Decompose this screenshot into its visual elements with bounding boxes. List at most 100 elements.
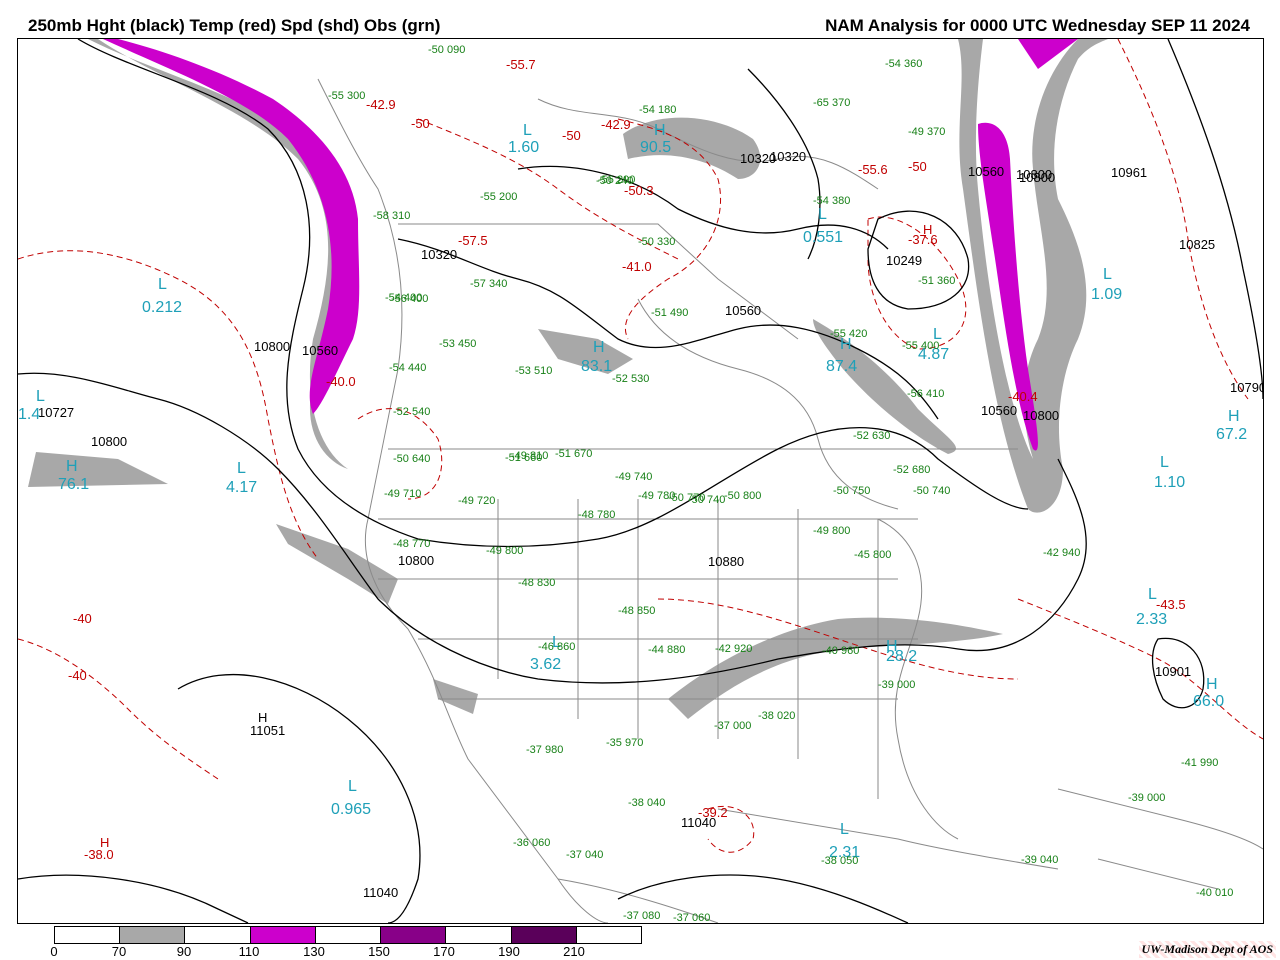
obs-station: -50 750 bbox=[833, 485, 870, 497]
obs-station: -48 830 bbox=[518, 577, 555, 589]
chart-title: 250mb Hght (black) Temp (red) Spd (shd) … bbox=[28, 16, 441, 35]
scale-cell bbox=[381, 927, 447, 943]
height-label: 10560 bbox=[968, 164, 1004, 179]
height-label: 10961 bbox=[1111, 165, 1147, 180]
temp-label: -43.5 bbox=[1156, 597, 1186, 612]
low-marker: L bbox=[36, 388, 45, 405]
obs-station: -42 940 bbox=[1043, 547, 1080, 559]
obs-station: -49 800 bbox=[486, 545, 523, 557]
temp-label: -42.9 bbox=[366, 97, 396, 112]
obs-station: -51 360 bbox=[918, 275, 955, 287]
center-value: 3.62 bbox=[530, 656, 561, 673]
obs-station: -57 340 bbox=[470, 278, 507, 290]
height-label: 10800 bbox=[398, 553, 434, 568]
obs-station: -55 400 bbox=[902, 340, 939, 352]
scale-label: 150 bbox=[368, 944, 390, 959]
temp-label: -40.4 bbox=[1008, 389, 1038, 404]
height-label: 10249 bbox=[886, 253, 922, 268]
obs-station: -36 060 bbox=[513, 837, 550, 849]
center-value: 90.5 bbox=[640, 139, 671, 156]
obs-station: -55 300 bbox=[328, 90, 365, 102]
temp-label: -40.0 bbox=[326, 374, 356, 389]
obs-station: -50 740 bbox=[913, 485, 950, 497]
obs-station: -40 010 bbox=[1196, 887, 1233, 899]
height-label: 10560 bbox=[981, 403, 1017, 418]
center-value: 0.965 bbox=[331, 801, 371, 818]
obs-station: -38 020 bbox=[758, 710, 795, 722]
center-value: 67.2 bbox=[1216, 426, 1247, 443]
scale-label: 0 bbox=[50, 944, 58, 959]
temp-label: -41.0 bbox=[622, 259, 652, 274]
height-label: 10825 bbox=[1179, 237, 1215, 252]
temp-label: -40 bbox=[68, 668, 87, 683]
scale-label: 130 bbox=[303, 944, 325, 959]
center-value: 1.10 bbox=[1154, 474, 1185, 491]
speed-scale-labels: 0 70 90 110 130 150 170 190 210 bbox=[50, 944, 640, 960]
scale-cell bbox=[315, 927, 382, 943]
scale-cell bbox=[250, 927, 316, 943]
height-label: 10800 bbox=[1019, 170, 1055, 185]
scale-cell bbox=[576, 927, 641, 943]
obs-station: -45 800 bbox=[854, 549, 891, 561]
obs-station: -52 630 bbox=[853, 430, 890, 442]
height-label: 10790 bbox=[1230, 380, 1263, 395]
obs-station: -53 450 bbox=[439, 338, 476, 350]
temp-label: -39.2 bbox=[698, 805, 728, 820]
obs-station: -54 360 bbox=[885, 58, 922, 70]
high-marker: H bbox=[1206, 676, 1218, 693]
obs-station: -51 490 bbox=[651, 307, 688, 319]
obs-station: -51 670 bbox=[555, 448, 592, 460]
obs-station: -54 180 bbox=[639, 104, 676, 116]
height-label: 10880 bbox=[708, 554, 744, 569]
map-canvas: 10320 10320 10560 10800 10560 10800 1072… bbox=[18, 39, 1263, 923]
obs-station: -54 440 bbox=[389, 362, 426, 374]
temperature-contours bbox=[18, 39, 1263, 853]
obs-station: -55 420 bbox=[830, 328, 867, 340]
scale-label: 190 bbox=[498, 944, 520, 959]
scale-cell bbox=[185, 927, 251, 943]
high-marker: H bbox=[654, 122, 666, 139]
obs-station: -49 370 bbox=[908, 126, 945, 138]
credit-label: UW-Madison Dept of AOS bbox=[1138, 941, 1276, 958]
high-marker: H bbox=[66, 458, 78, 475]
height-label: 10800 bbox=[254, 339, 290, 354]
high-marker: H bbox=[100, 835, 109, 850]
temp-label: -55.7 bbox=[506, 57, 536, 72]
center-value: 0.212 bbox=[142, 299, 182, 316]
obs-station: -52 680 bbox=[893, 464, 930, 476]
obs-station: -55 200 bbox=[480, 191, 517, 203]
height-label: 10800 bbox=[1023, 408, 1059, 423]
obs-station: -39 000 bbox=[878, 679, 915, 691]
center-value: 2.33 bbox=[1136, 611, 1167, 628]
center-value: 0.551 bbox=[803, 229, 843, 246]
temp-label: -42.9 bbox=[601, 117, 631, 132]
obs-station: -37 040 bbox=[566, 849, 603, 861]
obs-station: -40 960 bbox=[822, 645, 859, 657]
height-label: 11051 bbox=[250, 723, 285, 738]
obs-station: -37 000 bbox=[714, 720, 751, 732]
low-marker: L bbox=[1148, 586, 1157, 603]
speed-color-scale bbox=[54, 926, 642, 944]
obs-station: -38 040 bbox=[628, 797, 665, 809]
temp-label: -50 bbox=[908, 159, 927, 174]
obs-station: -56 410 bbox=[907, 388, 944, 400]
obs-station: -49 780 bbox=[638, 490, 675, 502]
obs-station: -50 640 bbox=[393, 453, 430, 465]
obs-station: -50 090 bbox=[428, 44, 465, 56]
high-marker: H bbox=[593, 339, 605, 356]
observation-plots: -50 090 -54 360 -65 370 -49 370 -56 290 … bbox=[328, 44, 1233, 923]
high-marker: H bbox=[258, 710, 267, 725]
obs-station: -65 370 bbox=[813, 97, 850, 109]
obs-station: -49 800 bbox=[813, 525, 850, 537]
analysis-time-title: NAM Analysis for 0000 UTC Wednesday SEP … bbox=[825, 16, 1250, 35]
obs-station: -38 050 bbox=[821, 855, 858, 867]
center-value: 83.1 bbox=[581, 358, 612, 375]
obs-station: -48 850 bbox=[618, 605, 655, 617]
center-value: 1.60 bbox=[508, 139, 539, 156]
obs-station: -37 980 bbox=[526, 744, 563, 756]
low-marker: L bbox=[1103, 266, 1112, 283]
center-value: 4.17 bbox=[226, 479, 257, 496]
low-marker: L bbox=[818, 206, 827, 223]
obs-station: -54 380 bbox=[813, 195, 850, 207]
center-value: 87.4 bbox=[826, 358, 857, 375]
